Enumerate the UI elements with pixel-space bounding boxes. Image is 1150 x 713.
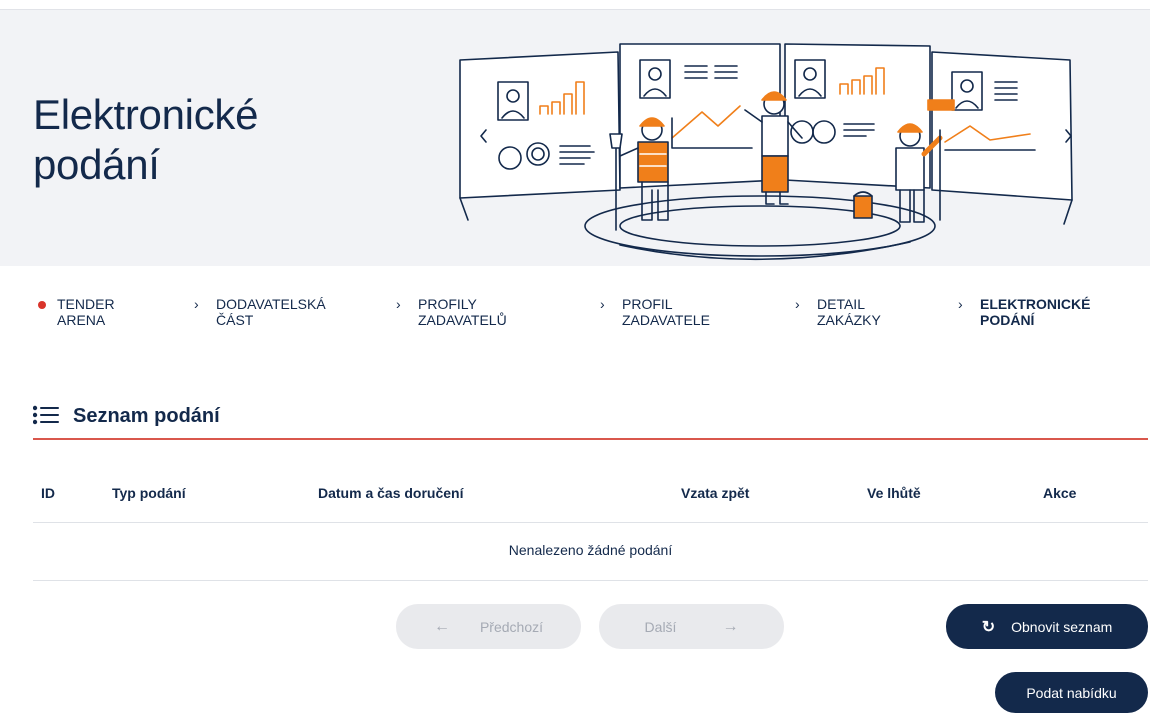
next-page-button[interactable]: Další → bbox=[599, 604, 784, 649]
breadcrumb-detail-zakazky[interactable]: › DETAIL ZAKÁZKY bbox=[795, 296, 947, 328]
page-title-line1: Elektronické bbox=[33, 91, 259, 138]
refresh-list-label: Obnovit seznam bbox=[1011, 618, 1113, 635]
breadcrumb-label: ARENA bbox=[57, 312, 106, 328]
section-title: Seznam podání bbox=[73, 405, 220, 427]
breadcrumb-dodavatelska-cast[interactable]: › DODAVATELSKÁ ČÁST bbox=[194, 296, 346, 328]
chevron-right-icon: › bbox=[600, 296, 605, 312]
breadcrumb-label: ZADAVATELŮ bbox=[418, 312, 507, 328]
table-header: ID Typ podání Datum a čas doručení Vzata… bbox=[33, 468, 1148, 523]
next-page-label: Další bbox=[644, 618, 677, 635]
chevron-right-icon: › bbox=[795, 296, 800, 312]
table-empty-row: Nenalezeno žádné podání bbox=[33, 523, 1148, 581]
column-header-withdrawn[interactable]: Vzata zpět bbox=[681, 485, 749, 501]
column-header-id[interactable]: ID bbox=[41, 485, 55, 501]
section-header: Seznam podání bbox=[33, 402, 1148, 440]
breadcrumb-label: DETAIL bbox=[817, 296, 865, 312]
breadcrumb-tender-arena[interactable]: TENDER ARENA bbox=[35, 296, 187, 328]
breadcrumb-profil-zadavatele[interactable]: › PROFIL ZADAVATELE bbox=[600, 296, 752, 328]
list-icon bbox=[33, 405, 59, 425]
previous-page-button[interactable]: ← Předchozí bbox=[396, 604, 581, 649]
breadcrumb: TENDER ARENA › DODAVATELSKÁ ČÁST › PROFILY… bbox=[0, 296, 1150, 336]
breadcrumb-label: ČÁST bbox=[216, 312, 254, 328]
column-header-type[interactable]: Typ podání bbox=[112, 485, 186, 501]
breadcrumb-profily-zadavatelu[interactable]: › PROFILY ZADAVATELŮ bbox=[396, 296, 548, 328]
submit-offer-label: Podat nabídku bbox=[1026, 684, 1117, 701]
refresh-list-button[interactable]: ↻ Obnovit seznam bbox=[946, 604, 1148, 649]
chevron-right-icon: › bbox=[396, 296, 401, 312]
breadcrumb-label: TENDER bbox=[57, 296, 115, 312]
submissions-table: ID Typ podání Datum a čas doručení Vzata… bbox=[33, 468, 1148, 581]
empty-message: Nenalezeno žádné podání bbox=[508, 542, 673, 558]
construction-workers-illustration bbox=[459, 43, 1073, 261]
column-header-delivery-datetime[interactable]: Datum a čas doručení bbox=[318, 485, 464, 501]
breadcrumb-label: ELEKTRONICKÉ bbox=[980, 296, 1091, 312]
previous-page-label: Předchozí bbox=[479, 618, 544, 635]
breadcrumb-label: ZAKÁZKY bbox=[817, 312, 881, 328]
column-header-in-deadline[interactable]: Ve lhůtě bbox=[867, 485, 921, 501]
top-rule bbox=[0, 0, 1150, 10]
breadcrumb-label: PROFIL bbox=[622, 296, 673, 312]
refresh-icon: ↻ bbox=[981, 618, 996, 636]
arrow-left-icon: ← bbox=[433, 617, 450, 635]
hero-banner: Elektronické podání bbox=[0, 10, 1150, 266]
chevron-right-icon: › bbox=[958, 296, 963, 312]
page-title-line2: podání bbox=[33, 141, 160, 188]
chevron-right-icon: › bbox=[194, 296, 199, 312]
arrow-right-icon: → bbox=[722, 617, 739, 635]
breadcrumb-label: DODAVATELSKÁ bbox=[216, 296, 326, 312]
breadcrumb-label: PROFILY bbox=[418, 296, 477, 312]
column-header-actions: Akce bbox=[1043, 485, 1077, 501]
breadcrumb-elektronicke-podani[interactable]: › ELEKTRONICKÉ PODÁNÍ bbox=[958, 296, 1110, 328]
breadcrumb-label: ZADAVATELE bbox=[622, 312, 710, 328]
submit-offer-button[interactable]: Podat nabídku bbox=[995, 672, 1148, 713]
page-title: Elektronické podání bbox=[33, 90, 258, 190]
breadcrumb-dot-icon bbox=[38, 301, 46, 309]
breadcrumb-label: PODÁNÍ bbox=[980, 312, 1035, 328]
